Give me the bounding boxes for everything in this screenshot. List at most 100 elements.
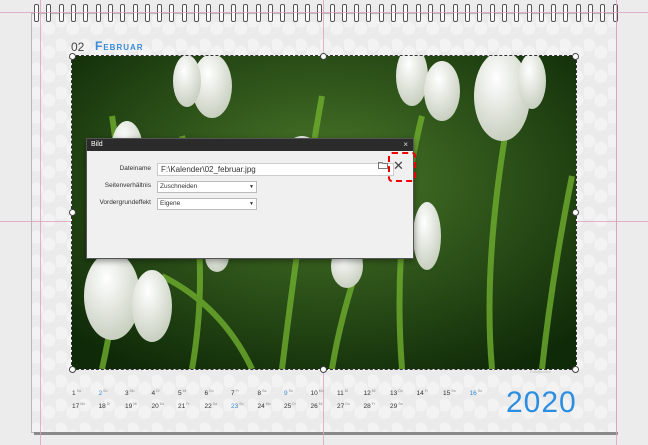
resize-handle[interactable] — [572, 209, 579, 216]
calendar-day: 20Do — [152, 402, 165, 410]
weekday-label: Di — [344, 389, 349, 393]
filename-field[interactable]: F:\Kalender\02_februar.jpg — [157, 163, 394, 176]
resize-handle[interactable] — [69, 209, 76, 216]
spiral-coil — [317, 4, 323, 22]
aspect-value: Zuschneiden — [160, 183, 198, 190]
spiral-coil — [403, 4, 409, 22]
spiral-coil — [144, 4, 150, 22]
day-number: 18 — [98, 403, 106, 411]
calendar-day: 11Di — [337, 389, 348, 397]
resize-handle[interactable] — [320, 366, 327, 373]
weekday-label: Mo — [318, 389, 324, 393]
spiral-coil — [526, 4, 532, 22]
resize-handle[interactable] — [572, 366, 579, 373]
spiral-coil — [428, 4, 433, 22]
day-number: 16 — [469, 390, 477, 398]
calendar-day: 16So — [470, 389, 483, 397]
calendar-day: 23So — [231, 402, 244, 410]
calendar-day: 1Sa — [72, 389, 81, 397]
spiral-coil — [378, 4, 384, 22]
month-number: 02 — [71, 40, 85, 54]
spiral-coil — [46, 4, 52, 22]
calendar-day: 22Sa — [205, 402, 218, 410]
aspect-select[interactable]: Zuschneiden ▼ — [157, 181, 257, 193]
weekday-label: Do — [159, 402, 165, 406]
weekday-label: So — [288, 389, 293, 393]
chevron-down-icon: ▼ — [249, 201, 254, 207]
spiral-coil — [464, 4, 470, 22]
spiral-coil — [70, 4, 76, 22]
calendar-day: 21Fr — [178, 402, 190, 410]
dialog-close-icon[interactable]: × — [403, 139, 408, 151]
aspect-label: Seitenverhältnis — [104, 182, 151, 189]
spiral-coil — [255, 4, 261, 22]
calendar-day: 26Mi — [311, 402, 323, 410]
spiral-coil — [157, 4, 163, 22]
weekday-label: Do — [209, 389, 214, 393]
spiral-coil — [538, 4, 544, 22]
spiral-coil — [231, 4, 236, 22]
spiral-coil — [206, 4, 212, 22]
day-number: 19 — [125, 403, 133, 411]
day-number: 7 — [231, 390, 235, 398]
day-number: 13 — [390, 390, 398, 398]
day-number: 26 — [310, 403, 318, 411]
day-number: 15 — [443, 390, 451, 398]
calendar-day: 18Di — [99, 402, 111, 410]
calendar-day: 4Di — [152, 389, 160, 397]
spiral-coil — [477, 4, 483, 22]
day-number: 17 — [72, 403, 80, 411]
foreground-select[interactable]: Eigene ▼ — [157, 198, 257, 210]
spiral-coil — [304, 4, 310, 22]
spiral-coil — [440, 4, 446, 22]
spiral-coil — [120, 4, 126, 22]
day-number: 5 — [178, 390, 182, 398]
calendar-day: 25Di — [284, 402, 296, 410]
calendar-day: 10Mo — [311, 389, 324, 397]
day-number: 11 — [337, 390, 344, 398]
folder-icon[interactable] — [378, 161, 388, 171]
resize-handle[interactable] — [320, 53, 327, 60]
month-name: Februar — [95, 39, 144, 53]
guide-right — [616, 0, 617, 445]
day-number: 22 — [204, 403, 212, 411]
resize-handle[interactable] — [572, 53, 579, 60]
day-number: 4 — [151, 390, 156, 398]
resize-handle[interactable] — [69, 53, 76, 60]
day-number: 10 — [310, 390, 318, 398]
weekday-label: Mi — [133, 402, 137, 406]
spiral-coil — [415, 4, 421, 22]
calendar-day: 28Fr — [364, 402, 376, 410]
weekday-label: Mo — [129, 389, 135, 393]
spiral-coil — [181, 4, 187, 22]
guide-top — [0, 12, 648, 13]
calendar-day: 24Mo — [258, 402, 271, 410]
calendar-day: 13Do — [390, 389, 403, 397]
spiral-coil — [329, 4, 335, 22]
dialog-titlebar: Bild × — [87, 139, 413, 151]
weekday-label: Mi — [182, 389, 187, 393]
weekday-label: So — [477, 389, 483, 393]
spiral-coil — [194, 4, 200, 22]
spiral-coil — [107, 4, 113, 22]
calendar-day: 3Mo — [125, 389, 135, 397]
day-number: 3 — [125, 390, 129, 398]
year-label: 2020 — [506, 386, 577, 419]
day-number: 9 — [284, 390, 288, 398]
day-number: 25 — [284, 403, 292, 411]
spiral-coil — [34, 4, 39, 22]
resize-handle[interactable] — [69, 366, 76, 373]
weekday-label: Sa — [451, 389, 456, 393]
weekday-label: Fr — [235, 389, 239, 393]
calendar-day: 5Mi — [178, 389, 186, 397]
day-number: 24 — [257, 403, 265, 411]
dialog-title: Bild — [91, 141, 103, 148]
spiral-coil — [95, 4, 101, 22]
spiral-coil — [354, 4, 360, 22]
weekday-label: Sa — [76, 389, 81, 393]
weekday-label: Do — [398, 389, 403, 393]
calendar-day: 2So — [99, 389, 108, 397]
spiral-coil — [292, 4, 298, 22]
spiral-coil — [600, 4, 606, 22]
highlight-box — [388, 152, 416, 182]
